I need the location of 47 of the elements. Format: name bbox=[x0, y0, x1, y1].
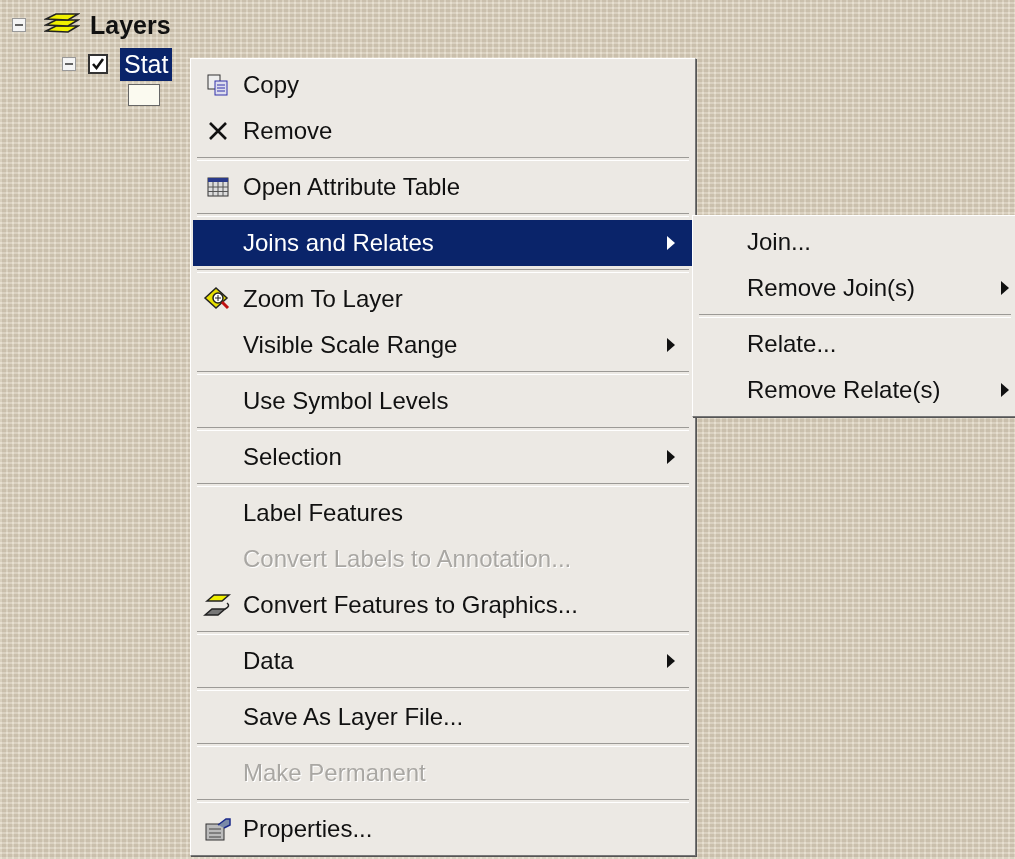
menu-item[interactable]: Remove Join(s) bbox=[695, 265, 1015, 311]
menu-item-label: Convert Features to Graphics... bbox=[243, 591, 579, 619]
menu-item[interactable]: Save As Layer File... bbox=[193, 694, 693, 740]
menu-item-label: Open Attribute Table bbox=[243, 173, 462, 201]
menu-item-label: Use Symbol Levels bbox=[243, 387, 450, 415]
menu-item[interactable]: Copy bbox=[193, 62, 693, 108]
menu-item-label: Joins and Relates bbox=[243, 229, 435, 257]
menu-item-label: Save As Layer File... bbox=[243, 703, 465, 731]
menu-item-label: Label Features bbox=[243, 499, 405, 527]
menu-item-label: Data bbox=[243, 647, 295, 675]
menu-item-label: Remove bbox=[243, 117, 334, 145]
menu-item-label: Zoom To Layer bbox=[243, 285, 404, 313]
menu-item-label: Relate... bbox=[747, 330, 838, 358]
menu-item-label: Join... bbox=[747, 228, 813, 256]
menu-item-label: Properties... bbox=[243, 815, 374, 843]
menu-item[interactable]: Data bbox=[193, 638, 693, 684]
layer-checkbox[interactable] bbox=[88, 54, 108, 74]
close-icon bbox=[207, 120, 229, 142]
menu-item[interactable]: Convert Features to Graphics... bbox=[193, 582, 693, 628]
table-icon bbox=[207, 176, 229, 198]
menu-item-label: Remove Join(s) bbox=[747, 274, 917, 302]
menu-item[interactable]: Label Features bbox=[193, 490, 693, 536]
menu-item[interactable]: Relate... bbox=[695, 321, 1015, 367]
menu-item[interactable]: Visible Scale Range bbox=[193, 322, 693, 368]
convert-features-icon bbox=[203, 592, 233, 618]
copy-icon bbox=[207, 74, 229, 96]
menu-item-label: Visible Scale Range bbox=[243, 331, 459, 359]
fill-symbol-swatch[interactable] bbox=[128, 84, 160, 106]
menu-item-label: Copy bbox=[243, 71, 301, 99]
layer-label[interactable]: Stat bbox=[120, 47, 173, 81]
menu-item[interactable]: Use Symbol Levels bbox=[193, 378, 693, 424]
menu-item-label: Make Permanent bbox=[243, 759, 427, 787]
menu-item[interactable]: Join... bbox=[695, 219, 1015, 265]
menu-item[interactable]: Open Attribute Table bbox=[193, 164, 693, 210]
menu-item[interactable]: Properties... bbox=[193, 806, 693, 852]
collapse-icon[interactable] bbox=[62, 57, 76, 71]
menu-item-label: Convert Labels to Annotation... bbox=[243, 545, 573, 573]
menu-item-label: Selection bbox=[243, 443, 343, 471]
properties-icon bbox=[204, 816, 232, 842]
menu-item-label: Remove Relate(s) bbox=[747, 376, 942, 404]
menu-item[interactable]: Zoom To Layer bbox=[193, 276, 693, 322]
menu-item[interactable]: Remove bbox=[193, 108, 693, 154]
menu-item[interactable]: Joins and Relates bbox=[193, 220, 693, 266]
layers-label[interactable]: Layers bbox=[90, 10, 171, 40]
collapse-icon[interactable] bbox=[12, 18, 26, 32]
menu-item[interactable]: Selection bbox=[193, 434, 693, 480]
menu-item[interactable]: Remove Relate(s) bbox=[695, 367, 1015, 413]
